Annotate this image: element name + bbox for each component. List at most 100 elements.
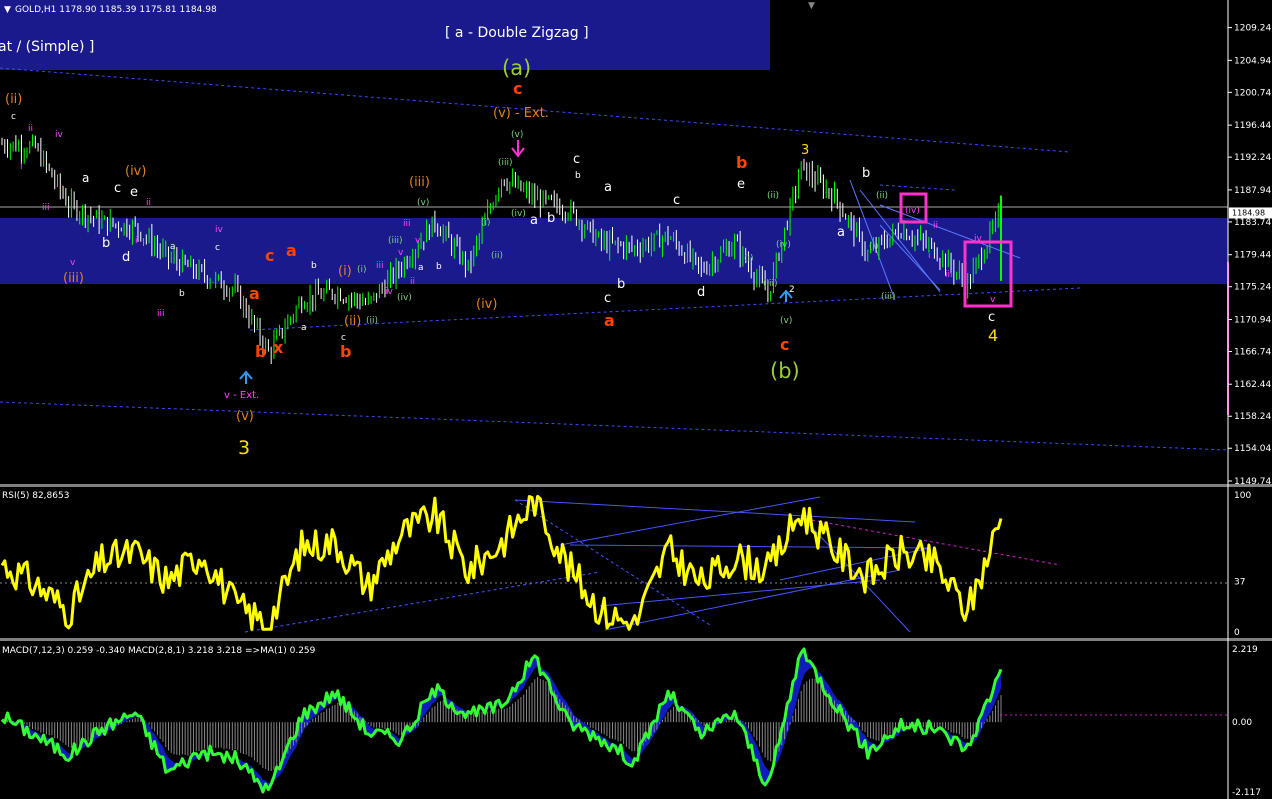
wave-label: a <box>418 263 424 273</box>
chart-shift-marker-icon[interactable]: ▼ <box>808 1 815 11</box>
rsi-tick-label: 100 <box>1234 491 1251 501</box>
banner-left-text: at / (Simple) ] <box>0 39 94 55</box>
wave-label: v <box>398 248 404 258</box>
menu-arrow-icon[interactable]: ▼ <box>4 5 11 15</box>
wave-label: (ii) <box>344 314 361 329</box>
wave-label: v <box>415 236 421 246</box>
wave-label: ii <box>28 124 33 134</box>
pane-separator-rsi[interactable] <box>0 484 1272 487</box>
wave-label: iv <box>55 130 64 140</box>
price-tick-label: 1162.44 <box>1234 380 1271 390</box>
price-pane[interactable]: (ii)ciiiiviiiav(iii)b(iv)c eiidiiiiabivc a… <box>0 0 1272 487</box>
wave-label: (i) <box>869 242 879 252</box>
rsi-tick-label: 0 <box>1234 628 1240 638</box>
wave-label: (b) <box>770 359 800 383</box>
wave-label: c <box>988 310 995 325</box>
wave-label: c <box>780 335 789 354</box>
wave-label: c <box>673 193 680 208</box>
wave-label: (iv) <box>476 297 497 312</box>
wave-label: v <box>990 295 996 305</box>
price-tick-label: 1175.24 <box>1234 283 1271 293</box>
rsi-pane[interactable]: RSI(5) 82,8653 100 37 0 <box>0 491 1251 638</box>
wave-label: i <box>928 251 931 261</box>
wave-label: x <box>273 338 284 357</box>
wave-label: iii <box>42 203 50 213</box>
wave-label: iii <box>157 309 165 319</box>
wave-label: (v) <box>236 409 254 424</box>
wave-label: d <box>122 250 130 265</box>
wave-label: (v) <box>511 130 523 140</box>
wave-label: a <box>530 213 538 228</box>
price-tick-label: 1166.74 <box>1234 347 1271 357</box>
wave-label: c <box>215 243 220 253</box>
price-tick-label: 1200.74 <box>1234 88 1271 98</box>
wave-label: (iii) <box>498 158 513 168</box>
price-tick-label: 1192.24 <box>1234 153 1271 163</box>
macd-tick-label: 0.00 <box>1232 718 1252 728</box>
wave-label: b <box>102 236 110 251</box>
wave-label: (ii) <box>491 251 503 261</box>
wave-label: (iv) <box>511 209 526 219</box>
wave-label: ii <box>410 277 415 287</box>
wave-label: (iii) <box>63 271 84 286</box>
wave-label: (iv) <box>125 164 146 179</box>
wave-label: v <box>70 258 76 268</box>
wave-label: v - Ext. <box>224 390 259 401</box>
rsi-tick-label: 37 <box>1234 577 1245 587</box>
wave-label: (i) <box>338 264 352 279</box>
wave-label: (i) <box>481 218 491 228</box>
macd-header: MACD(7,12,3) 0.259 -0.340 MACD(2,8,1) 3.… <box>2 646 316 656</box>
wave-label: (iii) <box>388 236 403 246</box>
price-axis: 1209.24 1204.94 1200.74 1196.44 1192.24 1187.… <box>1228 24 1272 487</box>
macd-tick-label: -2.117 <box>1232 788 1261 798</box>
price-tick-label: 1158.24 <box>1234 412 1271 422</box>
wave-label: a <box>604 180 612 195</box>
macd-pane[interactable]: MACD(7,12,3) 0.259 -0.340 MACD(2,8,1) 3.… <box>0 645 1261 798</box>
wave-label: (ii) <box>876 191 888 201</box>
wave-label: 2 <box>789 285 795 295</box>
wave-label: (i) <box>357 265 367 275</box>
wave-label: (v) <box>417 198 429 208</box>
wave-label: (a) <box>502 56 531 80</box>
wave-label: (ii) <box>767 191 779 201</box>
wave-label: b <box>311 261 317 271</box>
trading-chart[interactable]: (ii)ciiiiviiiav(iii)b(iv)c eiidiiiiabivc a… <box>0 0 1272 799</box>
wave-label: b <box>547 211 555 226</box>
wave-label: ii <box>146 198 151 208</box>
wave-label: 3 <box>238 437 250 459</box>
wave-label: iv <box>974 234 983 244</box>
wave-label: (iv) <box>397 293 412 303</box>
rsi-trendline <box>804 519 911 633</box>
price-tick-label: 1170.94 <box>1234 315 1271 325</box>
current-price-label: 1184.98 <box>1232 208 1265 217</box>
wave-label: iii <box>376 261 384 271</box>
wave-label: b <box>436 262 442 272</box>
pane-separator-macd[interactable] <box>0 638 1272 641</box>
wave-label: i <box>135 236 138 246</box>
wave-label: c <box>114 181 121 196</box>
wave-label: b <box>617 277 625 292</box>
price-tick-label: 1204.94 <box>1234 56 1271 66</box>
rsi-line <box>0 494 1003 631</box>
wave-label: c <box>604 291 611 306</box>
wave-label: b <box>179 289 185 299</box>
wave-label: a <box>837 225 845 240</box>
wave-label: iv <box>385 287 394 297</box>
wave-label: (v) <box>780 316 792 326</box>
macd-tick-label: 2.219 <box>1232 645 1258 655</box>
price-tick-label: 1187.94 <box>1234 186 1271 196</box>
symbol-header: GOLD,H1 1178.90 1185.39 1175.81 1184.98 <box>15 5 217 15</box>
rsi-axis: 100 37 0 <box>1234 491 1251 638</box>
wave-label: (ii) <box>5 92 22 107</box>
wave-label: b <box>255 342 266 361</box>
rsi-trendline <box>244 571 601 633</box>
wave-label: (iv) <box>905 206 920 216</box>
rsi-trendline <box>514 499 916 523</box>
wave-label: iv <box>215 225 224 235</box>
wave-label: a <box>301 323 307 333</box>
wave-label: d <box>697 285 705 300</box>
wave-label: a <box>170 242 176 252</box>
wave-label: a <box>249 284 260 303</box>
wave-label: c <box>11 112 16 122</box>
wave-label: 3 <box>801 143 809 158</box>
